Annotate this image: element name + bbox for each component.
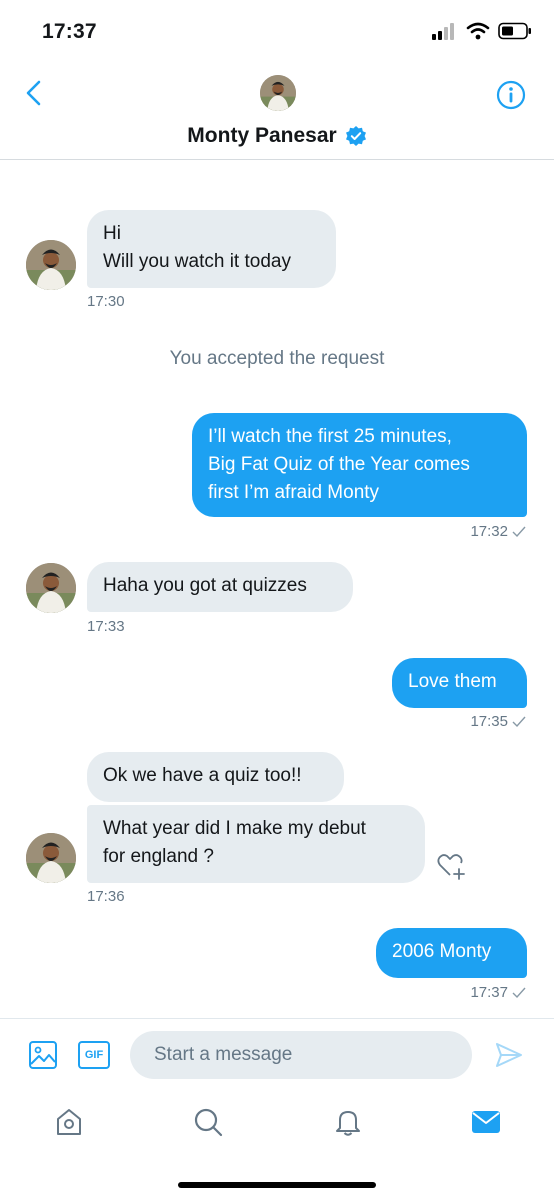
outgoing-message[interactable]: 2006 Monty [376, 928, 527, 978]
battery-icon [498, 22, 531, 40]
contact-name-row[interactable]: Monty Panesar [0, 124, 554, 148]
message-status: 17:35 [470, 713, 526, 730]
message-input[interactable] [130, 1031, 472, 1079]
conversation-header: Monty Panesar [0, 60, 554, 160]
search-icon [194, 1108, 223, 1137]
tab-home[interactable] [49, 1102, 89, 1142]
react-heart-icon [437, 854, 465, 880]
message-timestamp: 17:36 [87, 888, 125, 905]
message-status: 17:32 [470, 523, 526, 540]
message-timestamp: 17:30 [87, 293, 125, 310]
contact-name[interactable]: Monty Panesar [187, 124, 336, 148]
tab-search[interactable] [188, 1102, 228, 1142]
home-indicator [178, 1182, 376, 1188]
sent-check-icon [512, 716, 526, 727]
info-icon [496, 80, 526, 110]
message-status: 17:37 [470, 984, 526, 1001]
tab-notifications[interactable] [328, 1102, 368, 1142]
incoming-message[interactable]: Haha you got at quizzes [87, 562, 353, 612]
status-bar: 17:37 [0, 0, 554, 60]
outgoing-message[interactable]: Love them [392, 658, 527, 708]
verified-badge-icon [345, 126, 366, 146]
sent-check-icon [512, 987, 526, 998]
sender-avatar[interactable] [26, 833, 76, 883]
compose-bar: GIF [0, 1018, 554, 1090]
gif-button[interactable]: GIF [78, 1041, 110, 1069]
react-button[interactable] [436, 851, 468, 881]
sender-avatar[interactable] [26, 240, 76, 290]
send-button[interactable] [494, 1041, 524, 1069]
sent-check-icon [512, 526, 526, 537]
message-timestamp: 17:33 [87, 618, 125, 635]
conversation-info-button[interactable] [496, 80, 526, 110]
add-image-button[interactable] [28, 1040, 58, 1070]
image-icon [29, 1041, 57, 1069]
notifications-icon [336, 1111, 360, 1136]
tab-messages[interactable] [466, 1102, 506, 1142]
request-accepted-note: You accepted the request [169, 348, 385, 369]
gif-icon: GIF [84, 1049, 104, 1061]
signal-icon [432, 23, 454, 40]
sender-avatar[interactable] [26, 563, 76, 613]
messages-icon [472, 1111, 500, 1133]
header-avatar[interactable] [260, 75, 296, 111]
status-time: 17:37 [42, 20, 97, 43]
back-button[interactable] [20, 78, 46, 108]
outgoing-message[interactable]: I’ll watch the first 25 minutes, Big Fat… [192, 413, 527, 517]
status-icons [432, 22, 532, 40]
back-chevron-icon [26, 80, 41, 106]
wifi-icon [466, 22, 490, 40]
incoming-message[interactable]: Hi Will you watch it today [87, 210, 336, 288]
home-icon [57, 1109, 81, 1135]
message-timestamp: 17:35 [470, 713, 508, 730]
message-timestamp: 17:32 [470, 523, 508, 540]
bottom-tab-bar [0, 1090, 554, 1200]
incoming-message[interactable]: Ok we have a quiz too!! [87, 752, 344, 802]
message-timestamp: 17:37 [470, 984, 508, 1001]
incoming-message[interactable]: What year did I make my debut for englan… [87, 805, 425, 883]
send-icon [496, 1043, 522, 1067]
